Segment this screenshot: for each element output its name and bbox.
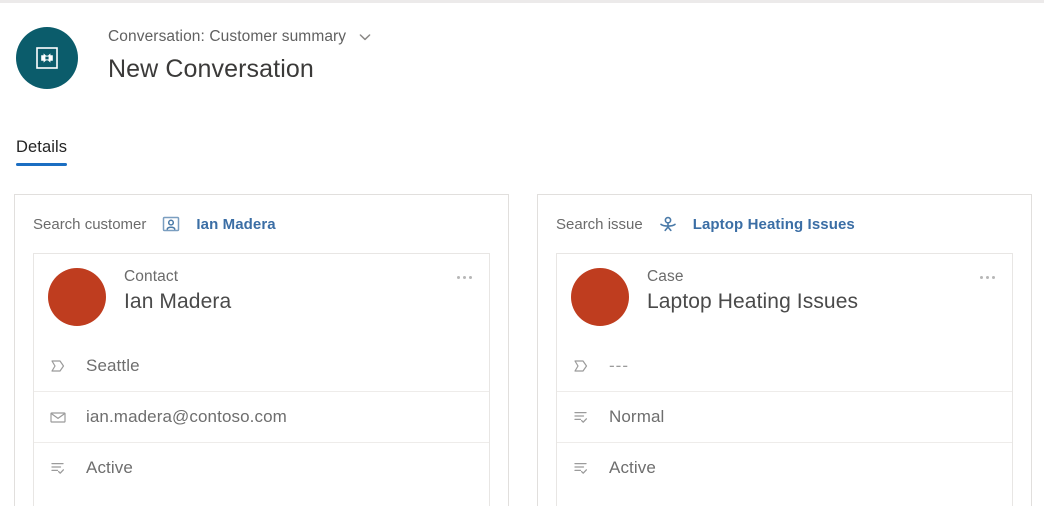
list-item: Active <box>557 442 1012 493</box>
case-record-rows: --- Normal Active <box>557 340 1012 493</box>
list-item: Active <box>34 442 489 493</box>
search-issue-value[interactable]: Laptop Heating Issues <box>693 216 855 233</box>
list-item-value: --- <box>609 355 629 375</box>
tab-strip: Details <box>16 138 68 166</box>
case-record-card: Case Laptop Heating Issues --- Normal Ac… <box>556 253 1013 506</box>
search-customer-row: Search customer Ian Madera <box>15 195 508 253</box>
page-title: New Conversation <box>108 55 314 83</box>
header-text-block: Conversation: Customer summary New Conve… <box>108 26 374 84</box>
details-cards-area: Search customer Ian Madera Contact Ian M <box>14 194 1032 506</box>
contact-card-icon[interactable] <box>160 213 182 235</box>
list-item: --- <box>557 340 1012 391</box>
email-envelope-icon <box>48 407 68 427</box>
page-header: Conversation: Customer summary New Conve… <box>0 20 1044 110</box>
case-record-titles: Case Laptop Heating Issues <box>647 266 858 314</box>
search-issue-row: Search issue Laptop Heating Issues <box>538 195 1031 253</box>
record-type-label: Case <box>647 268 684 285</box>
status-list-icon <box>571 458 591 478</box>
record-name: Ian Madera <box>124 290 232 313</box>
more-options-icon[interactable] <box>974 268 1000 286</box>
customer-card: Search customer Ian Madera Contact Ian M <box>14 194 509 506</box>
list-item-value: Normal <box>609 407 665 426</box>
search-issue-label: Search issue <box>556 215 643 233</box>
chevron-down-icon[interactable] <box>356 28 374 46</box>
more-options-icon[interactable] <box>451 268 477 286</box>
record-type-label: Contact <box>124 268 179 285</box>
status-list-icon <box>48 458 68 478</box>
location-tag-icon <box>571 356 591 376</box>
list-item: Seattle <box>34 340 489 391</box>
avatar <box>48 268 106 326</box>
conversation-entity-icon <box>16 27 78 89</box>
record-name: Laptop Heating Issues <box>647 290 859 313</box>
contact-record-rows: Seattle ian.madera@contoso.com Active <box>34 340 489 493</box>
breadcrumb-label: Conversation: Customer summary <box>108 28 347 45</box>
list-item: Normal <box>557 391 1012 442</box>
contact-record-titles: Contact Ian Madera <box>124 266 231 314</box>
location-tag-icon <box>48 356 68 376</box>
breadcrumb: Conversation: Customer summary <box>108 26 374 48</box>
contact-record-header: Contact Ian Madera <box>34 254 489 340</box>
tab-details[interactable]: Details <box>16 138 68 166</box>
case-person-icon[interactable] <box>657 213 679 235</box>
list-item-value: Active <box>86 458 133 477</box>
issue-card: Search issue Laptop Heating Issues Case <box>537 194 1032 506</box>
tab-details-label: Details <box>16 138 68 156</box>
window-top-edge <box>0 0 1044 6</box>
list-item-value: ian.madera@contoso.com <box>86 407 287 426</box>
search-customer-label: Search customer <box>33 215 147 233</box>
conversation-customer-summary-page: Conversation: Customer summary New Conve… <box>0 0 1044 506</box>
contact-record-card: Contact Ian Madera Seattle ian.madera@co… <box>33 253 490 506</box>
tab-active-indicator <box>16 163 68 166</box>
list-item: ian.madera@contoso.com <box>34 391 489 442</box>
avatar <box>571 268 629 326</box>
status-list-icon <box>571 407 591 427</box>
list-item-value: Active <box>609 458 656 477</box>
list-item-value: Seattle <box>86 355 140 375</box>
case-record-header: Case Laptop Heating Issues <box>557 254 1012 340</box>
search-customer-value[interactable]: Ian Madera <box>196 216 275 233</box>
